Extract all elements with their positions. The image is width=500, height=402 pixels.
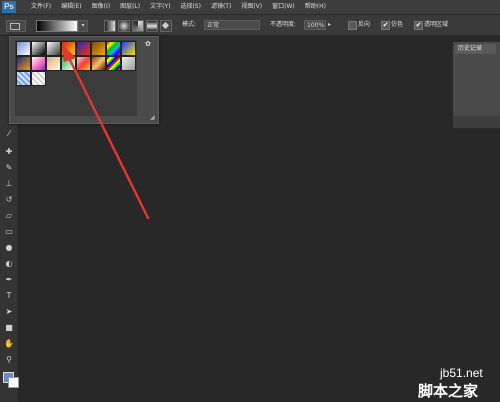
options-bar: ▾ 模式: 正常 不透明度: 100% ▸ 反向 ✔ 仿色 ✔ 透明区域 — [0, 15, 500, 36]
resize-handle-icon[interactable]: ◢ — [150, 115, 156, 121]
photoshop-logo: Ps — [2, 1, 16, 13]
menu-image[interactable]: 图像(I) — [87, 0, 115, 14]
menu-type[interactable]: 文字(Y) — [145, 0, 175, 14]
mode-select[interactable]: 正常 — [204, 20, 260, 30]
gradient-swatch[interactable] — [91, 41, 106, 56]
menu-layer[interactable]: 图层(L) — [115, 0, 145, 14]
reverse-label: 反向 — [358, 21, 371, 28]
gradient-swatch[interactable] — [46, 41, 61, 56]
history-panel-footer — [453, 116, 500, 128]
opacity-label: 不透明度: — [270, 21, 297, 28]
dither-label: 仿色 — [391, 21, 404, 28]
gradient-picker-popup: ✿ ◢ — [9, 36, 159, 124]
menu-file[interactable]: 文件(F) — [26, 0, 56, 14]
mode-label: 模式: — [182, 21, 197, 28]
gradient-swatch[interactable] — [76, 56, 91, 71]
background-color-swatch[interactable] — [8, 377, 19, 388]
healing-brush-icon[interactable]: ✚ — [3, 146, 15, 157]
blur-icon[interactable]: ● — [3, 242, 15, 253]
gradient-swatch[interactable] — [121, 56, 136, 71]
gradient-swatch[interactable] — [121, 41, 136, 56]
gradient-swatch[interactable] — [76, 41, 91, 56]
path-selection-icon[interactable]: ➤ — [3, 306, 15, 317]
angle-gradient-icon[interactable] — [132, 20, 144, 32]
gradient-swatch-grid — [15, 40, 137, 116]
watermark-url: jb51.net — [440, 366, 483, 380]
menu-select[interactable]: 选择(S) — [175, 0, 206, 14]
gradient-swatch[interactable] — [16, 71, 31, 86]
menu-filter[interactable]: 滤镜(T) — [206, 0, 236, 14]
gradient-tool-icon[interactable]: ▭ — [3, 226, 15, 237]
opacity-input[interactable]: 100% — [304, 20, 326, 30]
opacity-slider-arrow-icon[interactable]: ▸ — [328, 20, 334, 30]
gradient-swatch[interactable] — [31, 56, 46, 71]
gradient-swatch[interactable] — [16, 56, 31, 71]
eyedropper-icon[interactable]: ⁄ — [3, 128, 15, 139]
radial-gradient-icon[interactable] — [118, 20, 130, 32]
rectangle-tool-icon[interactable]: ■ — [3, 322, 15, 333]
menu-help[interactable]: 帮助(H) — [300, 0, 331, 14]
gradient-swatch[interactable] — [61, 41, 76, 56]
reverse-checkbox[interactable] — [348, 21, 357, 30]
hand-tool-icon[interactable]: ✋ — [3, 338, 15, 349]
transparency-label: 透明区域 — [424, 21, 449, 28]
gradient-swatch[interactable] — [31, 71, 46, 86]
gradient-swatch[interactable] — [61, 56, 76, 71]
gear-icon[interactable]: ✿ — [145, 40, 153, 48]
gradient-preview[interactable] — [36, 20, 78, 32]
menu-edit[interactable]: 编辑(E) — [56, 0, 86, 14]
eraser-icon[interactable]: ▱ — [3, 210, 15, 221]
dodge-icon[interactable]: ◐ — [3, 258, 15, 269]
menu-items: 文件(F) 编辑(E) 图像(I) 图层(L) 文字(Y) 选择(S) 滤镜(T… — [26, 0, 331, 14]
reflected-gradient-icon[interactable] — [146, 20, 158, 32]
gradient-swatch[interactable] — [46, 56, 61, 71]
tool-preset-picker[interactable] — [6, 20, 26, 32]
diamond-gradient-icon[interactable] — [160, 20, 172, 32]
transparency-checkbox[interactable]: ✔ — [414, 21, 423, 30]
menu-view[interactable]: 视图(V) — [236, 0, 267, 14]
history-panel: 历史记录 — [452, 41, 500, 129]
history-brush-icon[interactable]: ↺ — [3, 194, 15, 205]
linear-gradient-icon[interactable] — [104, 20, 116, 32]
pen-icon[interactable]: ✒ — [3, 274, 15, 285]
gradient-swatch[interactable] — [16, 41, 31, 56]
gradient-swatch[interactable] — [91, 56, 106, 71]
gradient-swatch[interactable] — [31, 41, 46, 56]
gradient-dropdown-button[interactable]: ▾ — [78, 20, 88, 32]
clone-stamp-icon[interactable]: ⊥ — [3, 178, 15, 189]
menu-bar: Ps 文件(F) 编辑(E) 图像(I) 图层(L) 文字(Y) 选择(S) 滤… — [0, 0, 500, 15]
gradient-swatch[interactable] — [106, 41, 121, 56]
brush-icon[interactable]: ✎ — [3, 162, 15, 173]
type-tool-icon[interactable]: T — [3, 290, 15, 301]
dither-checkbox[interactable]: ✔ — [381, 21, 390, 30]
zoom-tool-icon[interactable]: ⚲ — [3, 354, 15, 365]
watermark-site-name: 脚本之家 — [418, 382, 479, 400]
tab-history[interactable]: 历史记录 — [455, 44, 496, 54]
menu-window[interactable]: 窗口(W) — [267, 0, 300, 14]
gradient-swatch[interactable] — [106, 56, 121, 71]
